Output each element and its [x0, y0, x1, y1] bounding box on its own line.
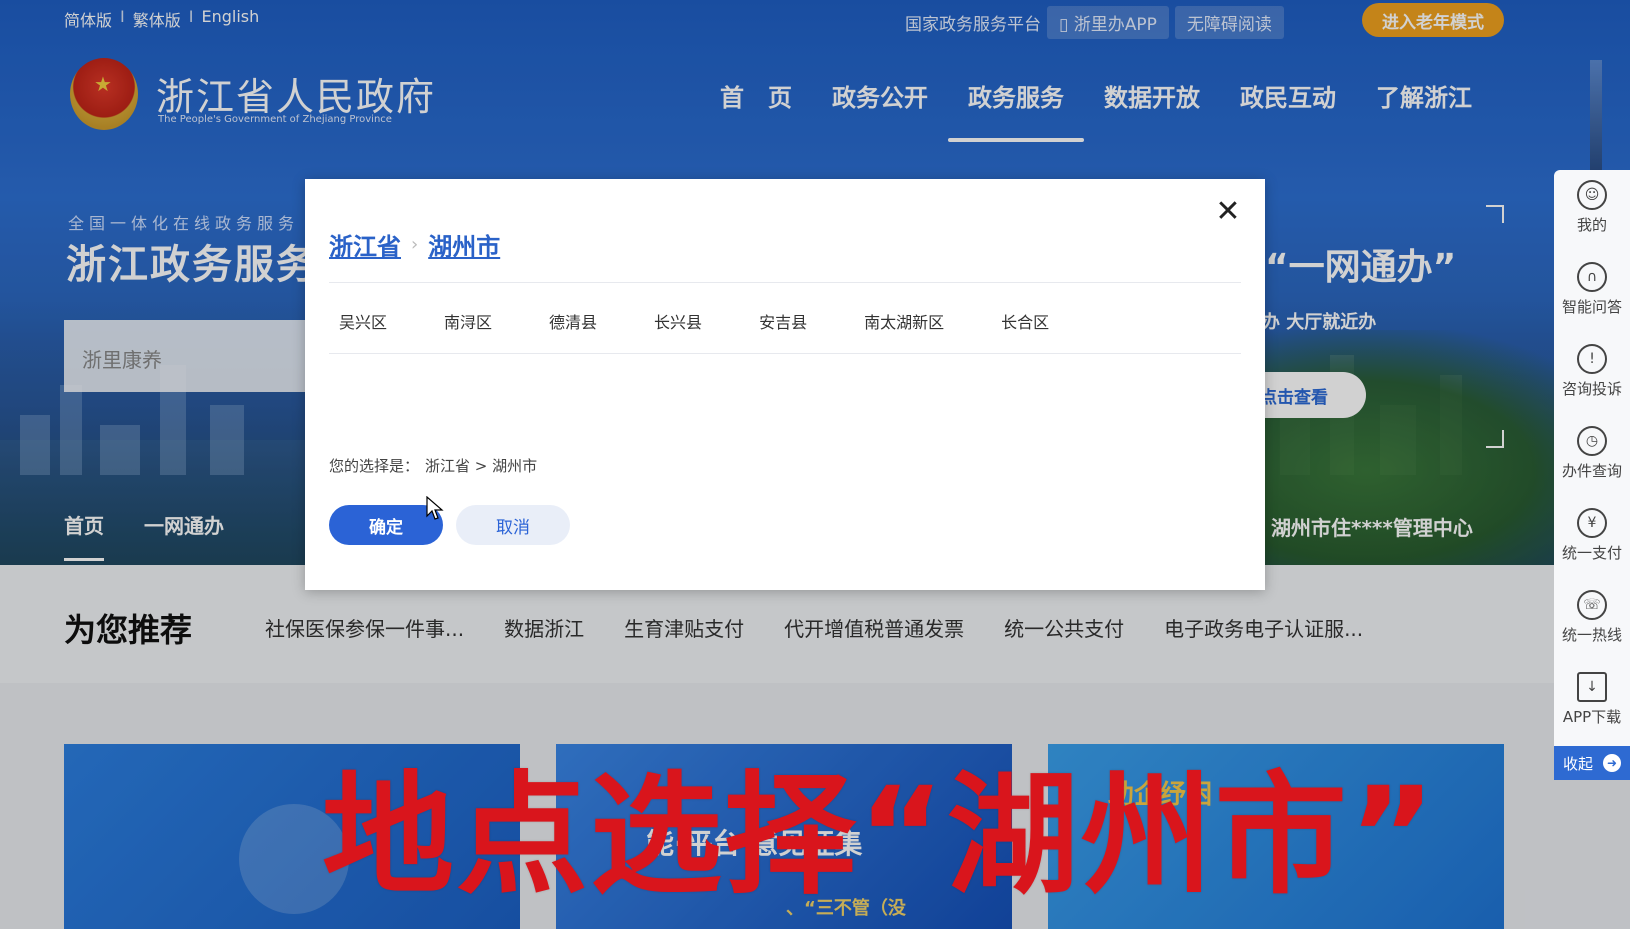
download-icon: ↓ [1577, 672, 1607, 702]
side-item-label: APP下载 [1562, 708, 1622, 726]
side-item-label: 智能问答 [1561, 298, 1622, 316]
headset-icon: ∩ [1577, 262, 1607, 292]
district-option[interactable]: 德清县 [539, 309, 607, 333]
mouse-cursor-icon [426, 496, 444, 520]
district-option[interactable]: 长兴县 [644, 309, 712, 333]
district-option[interactable]: 吴兴区 [329, 309, 397, 333]
side-item-label: 统一热线 [1561, 626, 1622, 644]
district-list: 吴兴区 南浔区 德清县 长兴县 安吉县 南太湖新区 长合区 [329, 309, 1096, 333]
side-item-mine[interactable]: ☺ 我的 [1554, 170, 1630, 250]
chevron-right-icon: › [411, 234, 419, 255]
user-icon: ☺ [1577, 180, 1607, 210]
side-item-label: 统一支付 [1561, 544, 1622, 562]
selection-summary: 您的选择是： 浙江省 > 湖州市 [329, 455, 537, 476]
collapse-toolbar-button[interactable]: 收起 ➜ [1554, 746, 1630, 780]
side-item-payment[interactable]: ¥ 统一支付 [1554, 498, 1630, 578]
arrow-right-icon: ➜ [1603, 754, 1621, 772]
location-breadcrumb: 浙江省 › 湖州市 [329, 227, 500, 262]
collapse-label: 收起 [1562, 754, 1593, 773]
district-option[interactable]: 南太湖新区 [854, 309, 954, 333]
side-item-label: 咨询投诉 [1561, 380, 1622, 398]
crumb-province[interactable]: 浙江省 [329, 227, 401, 262]
selection-label: 您的选择是： [329, 457, 420, 475]
alert-icon: ! [1577, 344, 1607, 374]
side-item-smart-qa[interactable]: ∩ 智能问答 [1554, 252, 1630, 332]
clock-icon: ◷ [1577, 426, 1607, 456]
location-picker-modal: ✕ 浙江省 › 湖州市 吴兴区 南浔区 德清县 长兴县 安吉县 南太湖新区 长合… [305, 179, 1265, 590]
selection-value: 浙江省 > 湖州市 [425, 457, 538, 475]
district-option[interactable]: 长合区 [991, 309, 1059, 333]
district-option[interactable]: 南浔区 [434, 309, 502, 333]
side-item-app-download[interactable]: ↓ APP下载 [1554, 662, 1630, 742]
side-toolbar: ☺ 我的 ∩ 智能问答 ! 咨询投诉 ◷ 办件查询 ¥ 统一支付 ☏ 统一热线 … [1554, 170, 1630, 780]
yuan-icon: ¥ [1577, 508, 1607, 538]
cancel-button[interactable]: 取消 [456, 505, 570, 545]
divider [329, 282, 1241, 283]
district-option[interactable]: 安吉县 [749, 309, 817, 333]
crumb-city[interactable]: 湖州市 [428, 227, 500, 262]
side-item-complaint[interactable]: ! 咨询投诉 [1554, 334, 1630, 414]
phone-icon: ☏ [1577, 590, 1607, 620]
divider [329, 353, 1241, 354]
side-item-hotline[interactable]: ☏ 统一热线 [1554, 580, 1630, 660]
side-item-label: 我的 [1576, 216, 1607, 234]
side-item-label: 办件查询 [1561, 462, 1622, 480]
video-caption: 地点选择“湖州市” [322, 759, 1438, 913]
close-icon[interactable]: ✕ [1213, 197, 1243, 227]
side-item-case-query[interactable]: ◷ 办件查询 [1554, 416, 1630, 496]
